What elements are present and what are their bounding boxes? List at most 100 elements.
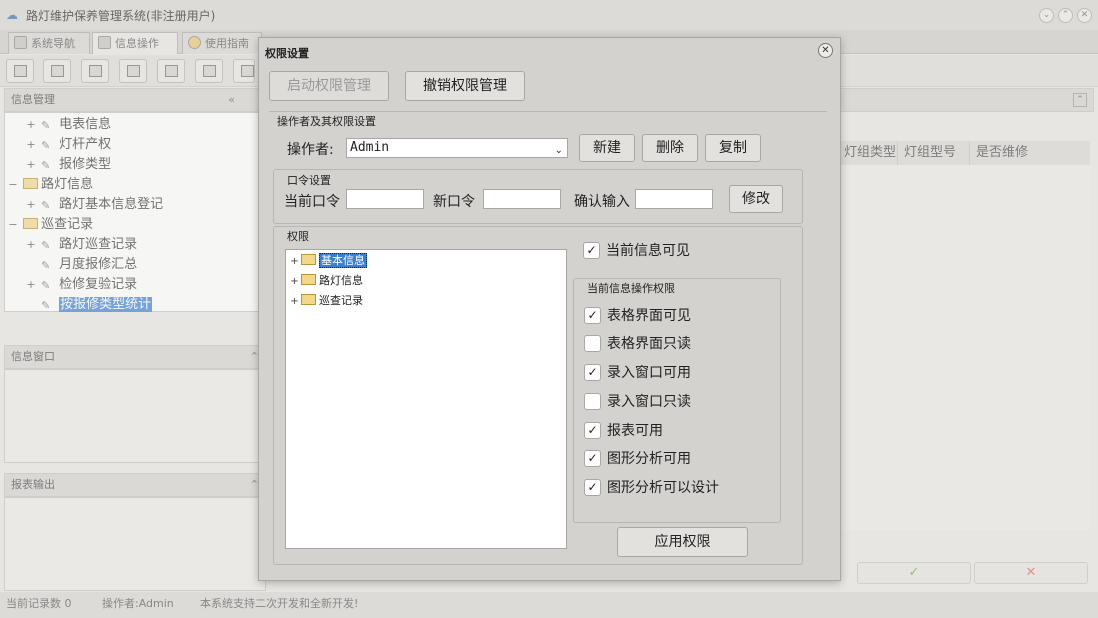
modify-password-button[interactable]: 修改 <box>729 185 783 213</box>
tab-system-nav[interactable]: 系统导航 <box>8 32 90 54</box>
new-operator-button[interactable]: 新建 <box>579 134 635 162</box>
folder-icon <box>301 294 316 305</box>
dialog-title: 权限设置 <box>265 47 309 60</box>
grid-icon <box>98 36 111 49</box>
window-icon <box>165 65 178 77</box>
record-count: 当前记录数 0 <box>6 597 72 610</box>
guide-icon <box>188 36 201 49</box>
tree-item[interactable]: + ✎ 检修复验记录 <box>5 275 265 295</box>
cancel-button[interactable]: ✕ <box>974 562 1088 584</box>
left-panel: 信息管理 « + ✎ 电表信息 + ✎ 灯杆产权 + ✎ 报修类型 − 路灯信息 + … <box>4 88 266 591</box>
tree-item[interactable]: + ✎ 报修类型 <box>5 155 265 175</box>
search-button[interactable] <box>6 59 34 83</box>
tree-item[interactable]: + ✎ 电表信息 <box>5 115 265 135</box>
tool-icon: ✎ <box>41 159 51 172</box>
title-bar: ☁ 路灯维护保养管理系统(非注册用户) ⌄ ⌃ ✕ <box>0 0 1098 30</box>
operator-select[interactable]: Admin ⌄ <box>346 138 568 158</box>
revoke-permission-button[interactable]: 撤销权限管理 <box>405 71 525 101</box>
operator-group-label: 操作者及其权限设置 <box>275 113 378 129</box>
export-button[interactable] <box>195 59 223 83</box>
report-enabled-checkbox[interactable]: ✓ 报表可用 <box>584 420 663 440</box>
cross-icon: ✕ <box>1025 565 1037 580</box>
graph-enabled-checkbox[interactable]: ✓ 图形分析可用 <box>584 448 691 468</box>
expand-icon[interactable]: + <box>288 292 301 312</box>
current-visible-checkbox[interactable]: ✓ 当前信息可见 <box>583 240 690 260</box>
info-tree: + ✎ 电表信息 + ✎ 灯杆产权 + ✎ 报修类型 − 路灯信息 + ✎ 路灯基本信息… <box>4 112 266 312</box>
ops-group-label: 当前信息操作权限 <box>585 280 677 296</box>
confirm-password-input[interactable] <box>635 189 713 209</box>
copy-operator-button[interactable]: 复制 <box>705 134 761 162</box>
users-icon <box>127 65 140 77</box>
report-output-header: 报表输出 ⌃ <box>4 473 266 497</box>
check-icon: ✓ <box>908 565 920 580</box>
checkbox-box[interactable]: ✓ <box>584 449 601 467</box>
delete-operator-button[interactable]: 删除 <box>642 134 698 162</box>
grid-body <box>838 165 1090 530</box>
tab-user-guide[interactable]: 使用指南 <box>182 32 262 54</box>
tree-folder[interactable]: − 路灯信息 <box>5 175 265 195</box>
maximize-icon[interactable]: ⌃ <box>1058 8 1073 23</box>
window-title: 路灯维护保养管理系统(非注册用户) <box>26 8 216 23</box>
perm-tree-item-selected[interactable]: + 基本信息 <box>286 251 566 271</box>
status-note: 本系统支持二次开发和全新开发! <box>200 597 359 610</box>
folder-icon <box>301 254 316 265</box>
tree-item[interactable]: + ✎ 路灯基本信息登记 <box>5 195 265 215</box>
entry-readonly-checkbox[interactable]: 录入窗口只读 <box>584 391 691 411</box>
folder-icon <box>301 274 316 285</box>
entry-enabled-checkbox[interactable]: ✓ 录入窗口可用 <box>584 362 691 382</box>
collapse-icon[interactable]: ⌃ <box>1073 93 1087 107</box>
checkbox-box[interactable]: ✓ <box>584 478 601 496</box>
divider <box>269 111 827 112</box>
checkbox-box[interactable]: ✓ <box>584 363 601 381</box>
columns-icon <box>51 65 64 77</box>
new-password-label: 新口令 <box>433 194 475 210</box>
export-icon <box>203 65 216 77</box>
enable-permission-button[interactable]: 启动权限管理 <box>269 71 389 101</box>
expand-icon[interactable]: + <box>288 252 301 272</box>
collapse-left-icon[interactable]: « <box>228 89 235 111</box>
tree-item[interactable]: + ✎ 路灯巡查记录 <box>5 235 265 255</box>
column-header[interactable]: 灯组型号 <box>898 141 970 165</box>
current-password-input[interactable] <box>346 189 424 209</box>
column-header[interactable]: 是否维修 <box>970 141 1042 165</box>
tool-icon: ✎ <box>41 239 51 252</box>
expand-icon[interactable]: + <box>288 272 301 292</box>
window-button[interactable] <box>157 59 185 83</box>
new-doc-button[interactable] <box>81 59 109 83</box>
permission-tree[interactable]: + 基本信息 + 路灯信息 + 巡查记录 <box>285 249 567 549</box>
current-password-label: 当前口令 <box>284 194 340 210</box>
tool-icon: ✎ <box>41 299 51 312</box>
perm-tree-item[interactable]: + 路灯信息 <box>286 271 566 291</box>
checkbox-box[interactable] <box>584 334 601 352</box>
grid-visible-checkbox[interactable]: ✓ 表格界面可见 <box>584 305 691 325</box>
tree-item[interactable]: + ✎ 灯杆产权 <box>5 135 265 155</box>
tree-folder[interactable]: − 巡查记录 <box>5 215 265 235</box>
confirm-button[interactable]: ✓ <box>857 562 971 584</box>
minimize-icon[interactable]: ⌄ <box>1039 8 1054 23</box>
document-icon <box>89 65 102 77</box>
apply-permission-button[interactable]: 应用权限 <box>617 527 748 557</box>
grid-readonly-checkbox[interactable]: 表格界面只读 <box>584 333 691 353</box>
status-bar: 当前记录数 0 操作者:Admin 本系统支持二次开发和全新开发! <box>0 592 1098 618</box>
tree-item-selected[interactable]: ✎ 按报修类型统计 <box>5 295 265 315</box>
perm-tree-item[interactable]: + 巡查记录 <box>286 291 566 311</box>
dialog-close-icon[interactable]: ✕ <box>818 43 833 58</box>
graph-design-checkbox[interactable]: ✓ 图形分析可以设计 <box>584 477 719 497</box>
checkbox-box[interactable]: ✓ <box>584 306 601 324</box>
info-window-area <box>4 369 266 463</box>
chevron-down-icon[interactable]: ⌄ <box>555 142 563 160</box>
checkbox-box[interactable]: ✓ <box>583 241 600 259</box>
checkbox-box[interactable] <box>584 392 601 410</box>
view-button[interactable] <box>43 59 71 83</box>
column-header[interactable]: 灯组类型 <box>838 141 898 165</box>
checkbox-box[interactable]: ✓ <box>584 421 601 439</box>
new-password-input[interactable] <box>483 189 561 209</box>
tool-icon: ✎ <box>41 119 51 132</box>
close-icon[interactable]: ✕ <box>1077 8 1092 23</box>
tree-item[interactable]: ✎ 月度报修汇总 <box>5 255 265 275</box>
users-button[interactable] <box>119 59 147 83</box>
report-output-area <box>4 497 266 591</box>
grid-header: 灯组类型 灯组型号 是否维修 <box>838 141 1090 165</box>
print-button[interactable] <box>233 59 255 83</box>
tab-info-ops[interactable]: 信息操作 <box>92 32 178 54</box>
